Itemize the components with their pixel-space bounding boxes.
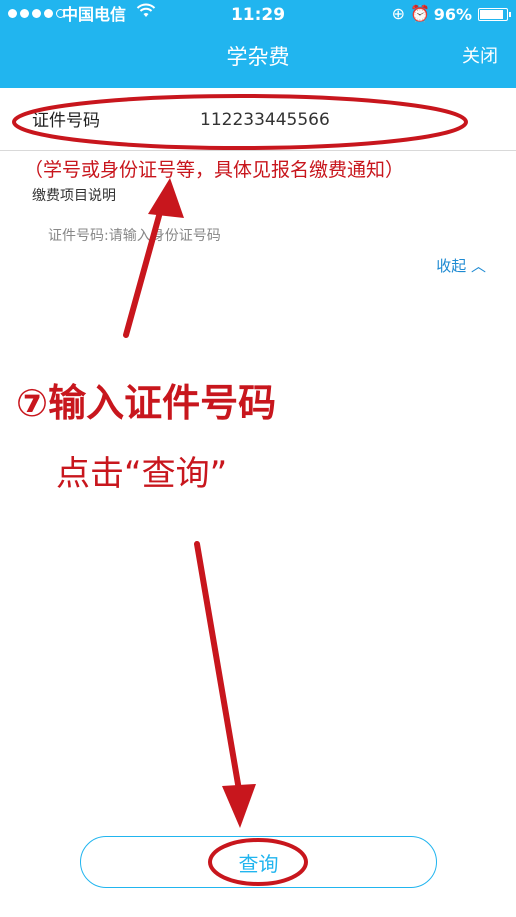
alarm-icon: ⏰ xyxy=(410,4,430,23)
rotation-lock-icon: ⊕ xyxy=(391,4,405,23)
query-button-label: 查询 xyxy=(238,851,279,876)
close-button[interactable]: 关闭 xyxy=(462,42,498,72)
chevron-up-icon: ︿ xyxy=(470,257,486,275)
id-number-label: 证件号码 xyxy=(32,111,100,131)
annotation-instruction: 点击“查询” xyxy=(56,454,228,494)
battery-icon xyxy=(478,8,511,21)
annotation-note: （学号或身份证号等，具体见报名缴费通知） xyxy=(24,159,405,181)
query-button[interactable]: 查询 xyxy=(80,836,437,888)
id-number-input[interactable] xyxy=(200,106,440,134)
id-hint-text: 证件号码:请输入身份证号码 xyxy=(48,228,221,244)
annotation-arrow-down-shaft xyxy=(194,541,242,793)
divider xyxy=(0,150,516,151)
app-header: 中国电信 11:29 ⊕ ⏰ 96% 学杂费 关闭 xyxy=(0,0,516,88)
collapse-link[interactable]: 收起 ︿ xyxy=(436,255,486,276)
fee-item-description: 缴费项目说明 xyxy=(32,188,116,204)
battery-percent: 96% xyxy=(433,5,472,24)
collapse-label: 收起 xyxy=(436,257,467,275)
page-title: 学杂费 xyxy=(226,45,290,69)
annotation-arrow-up-head xyxy=(148,178,184,218)
annotation-step: ⑦输入证件号码 xyxy=(16,381,277,425)
annotation-arrow-down-head xyxy=(222,784,256,828)
